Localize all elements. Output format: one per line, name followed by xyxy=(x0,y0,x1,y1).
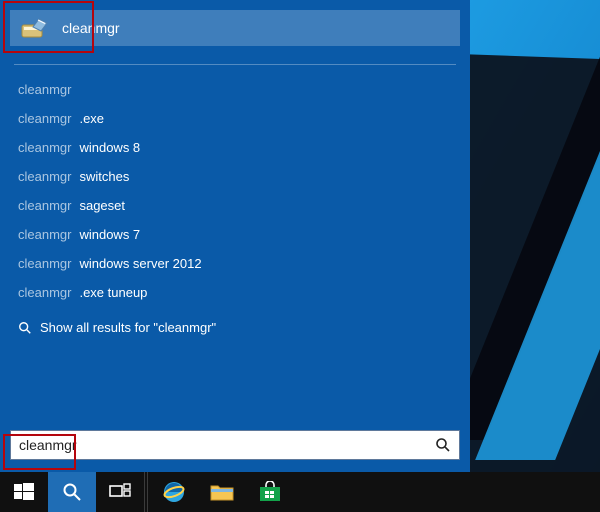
search-suggestion[interactable]: cleanmgr windows server 2012 xyxy=(10,249,460,278)
ie-icon xyxy=(161,479,187,505)
search-suggestion[interactable]: cleanmgr sageset xyxy=(10,191,460,220)
folder-icon xyxy=(210,482,234,502)
task-view-button[interactable] xyxy=(96,472,144,512)
taskbar xyxy=(0,472,600,512)
show-all-before: Show all results for " xyxy=(40,320,158,335)
search-suggestion[interactable]: cleanmgr windows 7 xyxy=(10,220,460,249)
disk-cleanup-icon xyxy=(20,16,50,40)
windows-logo-icon xyxy=(14,482,34,502)
desktop: cleanmgr cleanmgr cleanmgr.exe cleanmgr … xyxy=(0,0,600,512)
top-search-result[interactable]: cleanmgr xyxy=(10,10,460,46)
search-icon[interactable] xyxy=(435,437,451,453)
search-suggestions-list: cleanmgr cleanmgr.exe cleanmgr windows 8… xyxy=(0,75,470,342)
show-all-results[interactable]: Show all results for "cleanmgr" xyxy=(10,313,460,342)
search-icon xyxy=(62,482,82,502)
store-icon xyxy=(258,481,282,503)
show-all-after: " xyxy=(212,320,217,335)
internet-explorer-button[interactable] xyxy=(150,472,198,512)
search-suggestion[interactable]: cleanmgr.exe xyxy=(10,104,460,133)
file-explorer-button[interactable] xyxy=(198,472,246,512)
task-view-icon xyxy=(109,483,131,501)
search-input[interactable] xyxy=(19,437,435,453)
search-input-container[interactable] xyxy=(10,430,460,460)
search-suggestion[interactable]: cleanmgr xyxy=(10,75,460,104)
search-results-panel: cleanmgr cleanmgr cleanmgr.exe cleanmgr … xyxy=(0,0,470,472)
search-button[interactable] xyxy=(48,472,96,512)
top-result-label: cleanmgr xyxy=(62,20,120,36)
start-button[interactable] xyxy=(0,472,48,512)
search-suggestion[interactable]: cleanmgr switches xyxy=(10,162,460,191)
search-icon xyxy=(18,321,32,335)
divider xyxy=(14,64,456,65)
search-suggestion[interactable]: cleanmgr.exe tuneup xyxy=(10,278,460,307)
show-all-term: cleanmgr xyxy=(158,320,211,335)
search-suggestion[interactable]: cleanmgr windows 8 xyxy=(10,133,460,162)
store-button[interactable] xyxy=(246,472,294,512)
